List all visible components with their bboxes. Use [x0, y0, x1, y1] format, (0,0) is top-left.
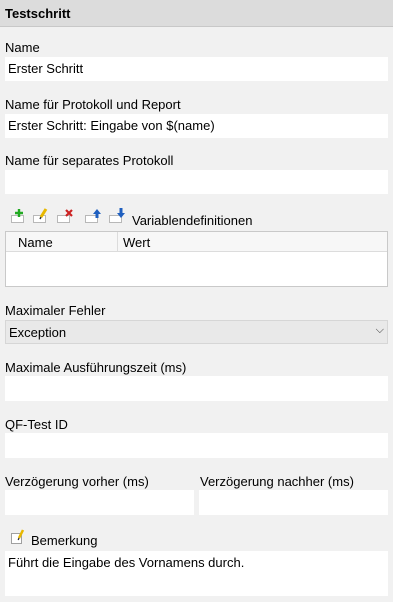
move-up-icon: [93, 209, 101, 218]
report-name-field[interactable]: Erster Schritt: Eingabe von $(name): [5, 114, 388, 138]
comment-label: Bemerkung: [31, 533, 98, 548]
max-runtime-label: Maximale Ausführungszeit (ms): [5, 360, 187, 375]
max-error-label: Maximaler Fehler: [5, 303, 106, 318]
delay-after-field[interactable]: [199, 490, 388, 515]
max-error-select[interactable]: Exception ⌵: [5, 320, 388, 344]
report-name-label: Name für Protokoll und Report: [5, 97, 181, 112]
chevron-down-icon: ⌵: [375, 324, 384, 336]
panel-title: Testschritt: [5, 6, 71, 21]
name-label: Name: [5, 40, 40, 55]
move-down-icon: [117, 208, 125, 218]
variables-label: Variablendefinitionen: [132, 213, 253, 228]
separate-log-label: Name für separates Protokoll: [5, 153, 174, 168]
delete-icon: [65, 209, 73, 217]
max-runtime-field[interactable]: [5, 376, 388, 401]
edit-icon: [39, 208, 48, 220]
name-field[interactable]: Erster Schritt: [5, 57, 388, 81]
delay-before-label: Verzögerung vorher (ms): [5, 474, 149, 489]
add-variable-button[interactable]: [10, 207, 28, 225]
qftest-id-field[interactable]: [5, 433, 388, 458]
qftest-id-label: QF-Test ID: [5, 417, 68, 432]
add-icon: [15, 209, 23, 217]
max-error-value: Exception: [9, 325, 67, 340]
move-down-button[interactable]: [108, 207, 126, 225]
column-header-name[interactable]: Name: [18, 235, 53, 250]
panel-header: Testschritt: [0, 0, 393, 27]
table-header: Name Wert: [6, 232, 387, 252]
variables-table[interactable]: Name Wert: [5, 231, 388, 287]
delay-before-field[interactable]: [5, 490, 194, 515]
comment-textarea[interactable]: Führt die Eingabe des Vornamens durch.: [5, 551, 388, 596]
separate-log-field[interactable]: [5, 170, 388, 194]
delay-after-label: Verzögerung nachher (ms): [200, 474, 354, 489]
pencil-icon: [17, 529, 25, 541]
delete-variable-button[interactable]: [56, 207, 74, 225]
column-header-value[interactable]: Wert: [123, 235, 150, 250]
edit-variable-button[interactable]: [32, 207, 50, 225]
move-up-button[interactable]: [84, 207, 102, 225]
